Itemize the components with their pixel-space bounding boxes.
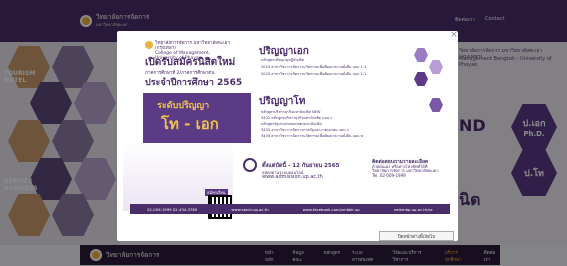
master-line: 3434 สาขาวิชาการจัดการนวัตกรรมเพื่อพัฒนา… bbox=[261, 134, 364, 138]
poster-headline: เปิดรับสมัครนิสิตใหม่ bbox=[145, 57, 236, 68]
decor-hex bbox=[429, 60, 443, 74]
poster-programs: ปริญญาเอก หลักสูตรปรัชญาดุษฎีบัณฑิต 2019… bbox=[249, 38, 458, 148]
doctoral-title: ปริญญาเอก bbox=[259, 44, 309, 59]
clock-icon bbox=[243, 158, 257, 172]
apply-url[interactable]: www.admission.up.ac.th bbox=[262, 174, 323, 180]
poster-level-value: โท - เอก bbox=[161, 115, 219, 133]
poster-level-label: ระดับปริญญา bbox=[157, 101, 210, 111]
poster-info-bar: 02-009-1999 02-434-3785 www.sarch.up.ac.… bbox=[130, 204, 450, 214]
poster-level-box: ระดับปริญญา โท - เอก bbox=[143, 93, 251, 143]
poster-logo bbox=[145, 41, 153, 49]
master-line: หลักสูตรบริหารธุรกิจมหาบัณฑิต NEW bbox=[261, 110, 321, 114]
doctoral-line: หลักสูตรปรัชญาดุษฎีบัณฑิต bbox=[261, 58, 304, 62]
master-title: ปริญญาโท bbox=[259, 94, 305, 109]
contact-box: ติดต่อสอบถามรายละเอียด ด้วยตนเอง หรือทาง… bbox=[372, 160, 452, 184]
decor-hex bbox=[414, 72, 428, 86]
contact-line: Tel. 02-009-1999 bbox=[372, 172, 406, 178]
master-line: 3433 สาขาวิชาการจัดการภาครัฐและภาคเอกชน … bbox=[261, 128, 349, 132]
poster-year: ประจำปีการศึกษา 2565 bbox=[145, 78, 243, 88]
close-next-button[interactable]: ปิดหน้าต่างนี้/ถัดไป bbox=[379, 231, 454, 241]
doctoral-line: 2019 สาขาวิชาการจัดการนวัตกรรมเพื่อพัฒนา… bbox=[261, 65, 367, 69]
info-phone: 02-009-1999 02-434-3785 bbox=[147, 206, 198, 212]
decor-hex bbox=[414, 48, 428, 62]
info-facebook[interactable]: www.facebook.com/smbbk.up bbox=[303, 207, 360, 212]
master-line: 3432 หลักสูตรบริหารธุรกิจมหาบัณฑิต แผน ก bbox=[261, 116, 333, 120]
doctoral-line: 2020 สาขาวิชาการจัดการนวัตกรรมเพื่อพัฒนา… bbox=[261, 72, 367, 76]
info-youtube[interactable]: smbmbp.up.ac.th/ac bbox=[394, 207, 433, 212]
master-line: หลักสูตรรัฐประศาสนศาสตรมหาบัณฑิต bbox=[261, 122, 322, 126]
master-title-text: ปริญญาโท bbox=[259, 96, 306, 107]
poster-uni-name-th: วิทยาลัยการจัดการ มหาวิทยาลัยพะเยา (กรุง… bbox=[155, 41, 230, 51]
doctoral-title-text: ปริญญาเอก bbox=[259, 46, 309, 57]
poster-left-panel: วิทยาลัยการจัดการ มหาวิทยาลัยพะเยา (กรุง… bbox=[123, 37, 251, 219]
info-website[interactable]: www.sarch.up.ac.th bbox=[231, 207, 268, 212]
